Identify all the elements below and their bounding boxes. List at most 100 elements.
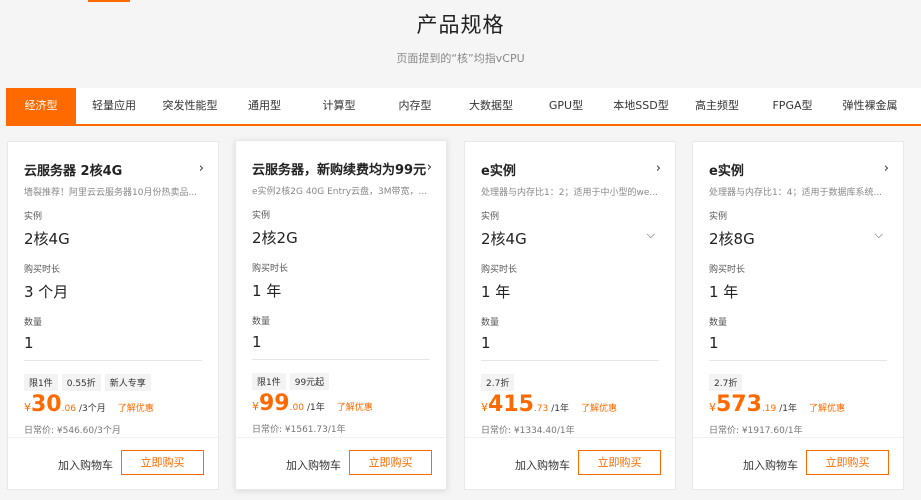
- buy-now-button[interactable]: 立即购买: [806, 450, 889, 475]
- add-to-cart-button[interactable]: 加入购物车: [743, 457, 798, 473]
- quantity-label: 数量: [481, 318, 500, 328]
- price-unit: /3个月: [78, 404, 106, 414]
- learn-promo-link[interactable]: 了解优惠: [337, 400, 373, 413]
- tag: 2.7折: [481, 374, 515, 391]
- original-price: 日常价: ¥1917.60/1年: [709, 426, 803, 436]
- card-header[interactable]: e实例 › 处理器与内存比1：2；适用于中小型的we...: [481, 160, 661, 198]
- price-row: ¥ 573 .19 /1年 了解优惠: [709, 392, 845, 417]
- product-card-1: 云服务器 2核4G › 墙裂推荐！阿里云云服务器10月份热卖品... 实例 2核…: [7, 141, 219, 490]
- buy-now-button[interactable]: 立即购买: [121, 450, 204, 475]
- chevron-down-icon[interactable]: ⌵: [647, 228, 655, 242]
- tag-list: 限1件 99元起: [252, 373, 330, 390]
- instance-label: 实例: [252, 211, 271, 221]
- add-to-cart-button[interactable]: 加入购物车: [58, 457, 113, 473]
- price-integer: 99: [259, 391, 290, 416]
- currency-symbol: ¥: [709, 401, 716, 414]
- card-header[interactable]: 云服务器，新购续费均为99元 › e实例2核2G 40G Entry云盘，3M带…: [252, 159, 432, 197]
- divider: [709, 360, 887, 361]
- instance-label: 实例: [481, 212, 500, 222]
- learn-promo-link[interactable]: 了解优惠: [581, 401, 617, 414]
- quantity-field: 数量 1: [481, 315, 659, 352]
- quantity-label: 数量: [252, 317, 271, 327]
- tab-economy[interactable]: 经济型: [6, 88, 76, 124]
- price-unit: /1年: [551, 404, 570, 414]
- learn-promo-link[interactable]: 了解优惠: [809, 401, 845, 414]
- tag-list: 限1件 0.55折 新人专享: [24, 374, 151, 391]
- card-header[interactable]: e实例 › 处理器与内存比1：4；适用于数据库系统...: [709, 160, 889, 198]
- instance-field: 实例 2核2G: [252, 208, 430, 248]
- price-integer: 573: [716, 392, 762, 417]
- price-integer: 415: [488, 392, 534, 417]
- tab-compute[interactable]: 计算型: [301, 88, 377, 124]
- duration-field: 购买时长 3 个月: [24, 262, 202, 302]
- chevron-right-icon[interactable]: ›: [199, 161, 204, 176]
- tab-bare-metal[interactable]: 弹性裸金属: [830, 88, 910, 124]
- tab-fpga[interactable]: FPGA型: [755, 88, 830, 124]
- instance-field[interactable]: 实例 2核8G ⌵: [709, 209, 887, 249]
- tag: 限1件: [24, 374, 58, 391]
- instance-select[interactable]: 2核4G ⌵: [481, 228, 659, 249]
- divider: [24, 360, 202, 361]
- chevron-down-icon[interactable]: ⌵: [875, 228, 883, 242]
- product-card-3: e实例 › 处理器与内存比1：2；适用于中小型的we... 实例 2核4G ⌵ 购…: [464, 141, 676, 490]
- duration-field: 购买时长 1 年: [709, 262, 887, 302]
- tab-lightweight[interactable]: 轻量应用: [76, 88, 152, 124]
- divider: [252, 359, 430, 360]
- tab-local-ssd[interactable]: 本地SSD型: [603, 88, 679, 124]
- price-integer: 30: [31, 392, 62, 417]
- tab-memory[interactable]: 内存型: [377, 88, 453, 124]
- instance-value: 2核2G: [252, 229, 298, 247]
- instance-select[interactable]: 2核8G ⌵: [709, 228, 887, 249]
- card-title: e实例: [709, 164, 744, 179]
- buy-now-button[interactable]: 立即购买: [578, 450, 661, 475]
- chevron-right-icon[interactable]: ›: [427, 160, 432, 175]
- duration-value: 3 个月: [24, 283, 69, 301]
- duration-value: 1 年: [252, 282, 282, 300]
- tag: 限1件: [252, 373, 286, 390]
- card-header[interactable]: 云服务器 2核4G › 墙裂推荐！阿里云云服务器10月份热卖品...: [24, 160, 204, 198]
- duration-field: 购买时长 1 年: [481, 262, 659, 302]
- instance-field[interactable]: 实例 2核4G ⌵: [481, 209, 659, 249]
- tag: 0.55折: [61, 374, 101, 391]
- quantity-label: 数量: [24, 318, 43, 328]
- card-footer: 加入购物车 立即购买: [236, 437, 446, 489]
- divider: [481, 360, 659, 361]
- duration-label: 购买时长: [24, 265, 61, 275]
- buy-now-button[interactable]: 立即购买: [349, 450, 432, 475]
- page-title: 产品规格: [416, 13, 505, 37]
- tab-general[interactable]: 通用型: [228, 88, 301, 124]
- add-to-cart-button[interactable]: 加入购物车: [515, 457, 570, 473]
- tag-list: 2.7折: [709, 374, 743, 391]
- original-price: 日常价: ¥546.60/3个月: [24, 426, 121, 436]
- quantity-value: 1: [709, 334, 719, 352]
- instance-value: 2核4G: [481, 230, 527, 248]
- tab-big-data[interactable]: 大数据型: [453, 88, 529, 124]
- top-accent-bar: [88, 0, 130, 2]
- card-description: 处理器与内存比1：4；适用于数据库系统...: [709, 188, 883, 198]
- quantity-field: 数量 1: [709, 315, 887, 352]
- quantity-value: 1: [481, 334, 491, 352]
- chevron-right-icon[interactable]: ›: [884, 161, 889, 176]
- tag: 99元起: [289, 373, 330, 390]
- chevron-right-icon[interactable]: ›: [656, 161, 661, 176]
- product-card-4: e实例 › 处理器与内存比1：4；适用于数据库系统... 实例 2核8G ⌵ 购买…: [692, 141, 904, 490]
- original-price: 日常价: ¥1334.40/1年: [481, 426, 575, 436]
- price-row: ¥ 415 .73 /1年 了解优惠: [481, 392, 617, 417]
- product-card-2: 云服务器，新购续费均为99元 › e实例2核2G 40G Entry云盘，3M带…: [235, 140, 447, 490]
- tab-gpu[interactable]: GPU型: [529, 88, 603, 124]
- card-description: 墙裂推荐！阿里云云服务器10月份热卖品...: [24, 188, 198, 198]
- price-row: ¥ 30 .06 /3个月 了解优惠: [24, 392, 154, 417]
- learn-promo-link[interactable]: 了解优惠: [118, 401, 154, 414]
- product-tabs: 经济型 轻量应用 突发性能型 通用型 计算型 内存型 大数据型 GPU型 本地S…: [6, 88, 921, 126]
- price-decimal: .19: [761, 404, 777, 414]
- duration-label: 购买时长: [481, 265, 518, 275]
- tab-burstable[interactable]: 突发性能型: [152, 88, 228, 124]
- duration-field: 购买时长 1 年: [252, 261, 430, 301]
- tab-high-frequency[interactable]: 高主频型: [679, 88, 755, 124]
- card-description: e实例2核2G 40G Entry云盘，3M带宽，...: [252, 187, 428, 197]
- card-footer: 加入购物车 立即购买: [693, 437, 903, 489]
- tag-list: 2.7折: [481, 374, 515, 391]
- instance-value: 2核8G: [709, 230, 755, 248]
- price-unit: /1年: [779, 404, 798, 414]
- add-to-cart-button[interactable]: 加入购物车: [286, 457, 341, 473]
